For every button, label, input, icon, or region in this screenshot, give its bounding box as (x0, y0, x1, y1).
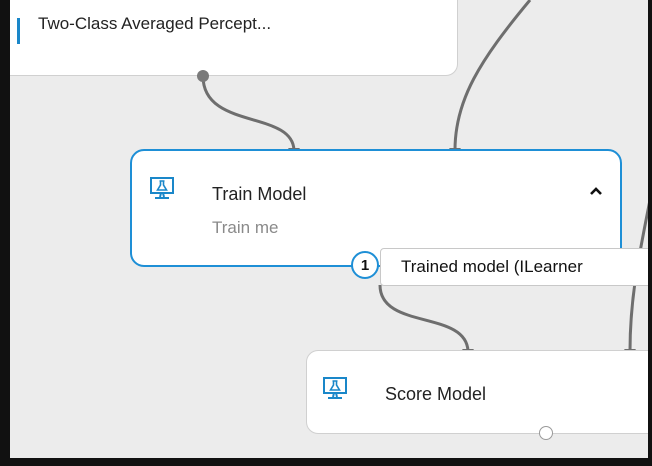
monitor-flask-icon (323, 377, 347, 401)
module-score-model[interactable]: Score Model (306, 350, 648, 434)
output-port-badge[interactable]: 1 (351, 251, 379, 279)
module-accent-bar (17, 18, 20, 44)
monitor-flask-icon (150, 177, 174, 201)
experiment-canvas[interactable]: Two-Class Averaged Percept... Train Mode… (10, 0, 648, 458)
output-port-tooltip: Trained model (ILearner (380, 248, 648, 286)
output-port-score[interactable] (539, 426, 553, 440)
wire-train-to-score (378, 284, 470, 352)
chevron-up-icon[interactable] (586, 181, 606, 201)
module-title: Score Model (385, 384, 487, 404)
module-two-class-averaged-perceptron[interactable]: Two-Class Averaged Percept... (10, 0, 458, 76)
wire-top-to-train (453, 0, 532, 151)
module-label: Two-Class Averaged Percept... (38, 14, 272, 33)
output-port-perceptron[interactable] (197, 70, 209, 82)
wire-perceptron-to-train (201, 75, 296, 151)
module-title: Train Model (212, 184, 307, 204)
module-comment: Train me (212, 218, 279, 237)
